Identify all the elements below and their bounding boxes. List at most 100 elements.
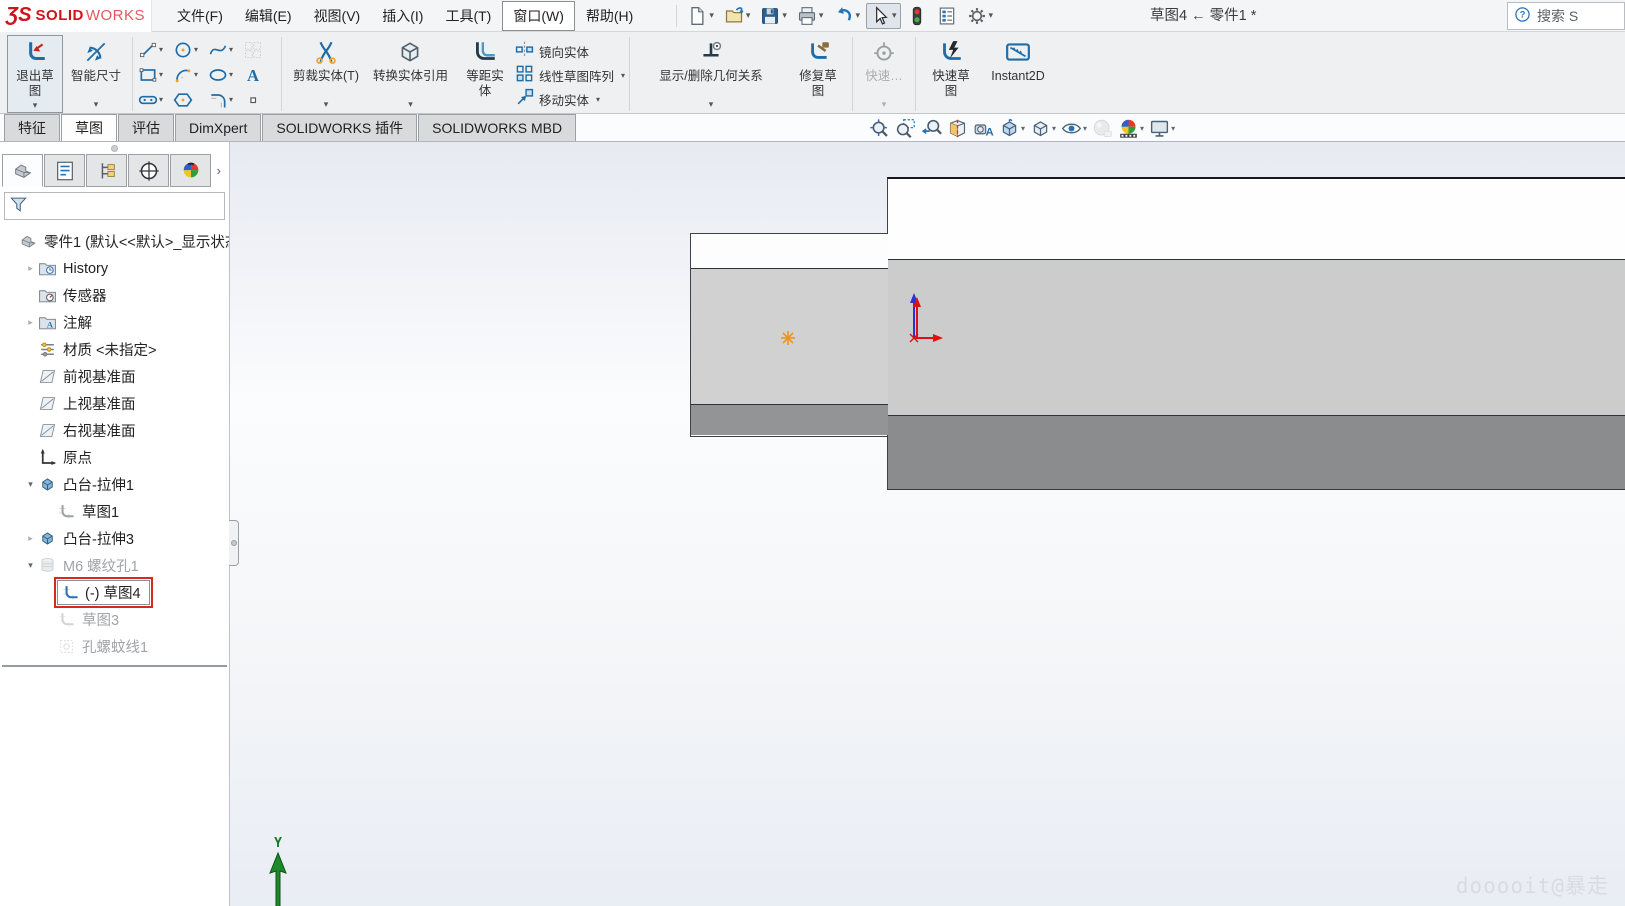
options-gear-button[interactable]: ▾ [963, 3, 998, 29]
new-file-button[interactable]: ▾ [683, 3, 718, 29]
slot-tool-icon[interactable]: ▾ [137, 89, 172, 111]
tab-特征[interactable]: 特征 [4, 114, 60, 141]
rebuild-traffic-light-button[interactable] [903, 3, 931, 29]
ellipse-tool-icon[interactable]: ▾ [207, 64, 242, 86]
tree-expand-arrow[interactable]: ▸ [23, 317, 38, 328]
menu-item-2[interactable]: 视图(V) [303, 1, 372, 31]
menu-item-0[interactable]: 文件(F) [166, 1, 234, 31]
tree-item-10[interactable]: 草图1 [0, 498, 229, 525]
trim-entities-button[interactable]: 剪裁实体(T) ▾ [287, 35, 365, 113]
active-sketch-selection-box[interactable]: (-) 草图4 [54, 577, 153, 608]
tree-item-4[interactable]: 材质 <未指定> [0, 336, 229, 363]
part-body-large[interactable] [887, 177, 1625, 490]
convert-dropdown[interactable]: ▾ [408, 98, 413, 112]
tree-item-1[interactable]: ▸ History [0, 255, 229, 282]
file-properties-button[interactable] [933, 3, 961, 29]
dynamic-annotation-view-button[interactable]: A [972, 117, 995, 140]
filter-input[interactable] [32, 198, 220, 214]
spline-tool-icon[interactable]: ▾ [207, 39, 242, 61]
select-cursor-button[interactable]: ▾ [865, 2, 901, 29]
fillet-tool-icon[interactable]: ▾ [207, 89, 242, 111]
configurationmanager-tab[interactable] [86, 154, 127, 187]
help-search-box[interactable]: ? 搜索 S [1507, 2, 1625, 30]
view-orientation-button[interactable]: ▾ [998, 117, 1026, 140]
convert-entities-button[interactable]: 转换实体引用 ▾ [367, 35, 454, 113]
smart-dimension-dropdown[interactable]: ▾ [94, 98, 99, 112]
hide-show-items-button[interactable]: ▾ [1060, 117, 1088, 140]
print-button[interactable]: ▾ [793, 3, 828, 29]
tree-expand-arrow[interactable]: ▸ [23, 263, 38, 274]
view-settings-button[interactable]: ▾ [1148, 117, 1176, 140]
featuremanager-tab[interactable] [2, 154, 43, 187]
menu-item-3[interactable]: 插入(I) [371, 1, 434, 31]
tree-item-12[interactable]: ▾ M6 螺纹孔1 [0, 552, 229, 579]
tree-item-3[interactable]: ▸ A 注解 [0, 309, 229, 336]
tree-item-11[interactable]: ▸ 凸台-拉伸3 [0, 525, 229, 552]
zoom-area-button[interactable] [894, 117, 917, 140]
tab-DimXpert[interactable]: DimXpert [175, 114, 262, 141]
tab-SOLIDWORKS 插件[interactable]: SOLIDWORKS 插件 [262, 114, 418, 141]
splitter-dot [230, 540, 237, 546]
offset-entities-button[interactable]: 等距实体 [456, 35, 514, 113]
trim-dropdown[interactable]: ▾ [324, 98, 329, 112]
rollback-bar[interactable] [2, 665, 227, 667]
move-dropdown[interactable]: ▾ [596, 95, 600, 104]
point-tool-icon[interactable] [242, 89, 277, 111]
tab-评估[interactable]: 评估 [118, 114, 174, 141]
circle-tool-icon[interactable]: ▾ [172, 39, 207, 61]
panel-splitter-handle[interactable] [229, 520, 239, 566]
exit-sketch-dropdown[interactable]: ▾ [33, 99, 38, 113]
menu-item-5[interactable]: 窗口(W) [502, 0, 575, 31]
undo-button[interactable]: ▾ [829, 3, 864, 29]
section-view-button[interactable] [946, 117, 969, 140]
linear-pattern-button[interactable]: 线性草图阵列 ▾ [515, 63, 625, 87]
display-delete-relations-button[interactable]: 显示/删除几何关系 ▾ [635, 35, 787, 113]
menu-item-4[interactable]: 工具(T) [434, 1, 502, 31]
previous-view-button[interactable] [920, 117, 943, 140]
tree-item-14[interactable]: 草图3 [0, 606, 229, 633]
text-tool-icon[interactable]: A [242, 64, 277, 86]
open-file-button[interactable]: ▾ [720, 3, 755, 29]
sketch-point-marker[interactable] [780, 330, 796, 346]
tree-item-5[interactable]: 前视基准面 [0, 363, 229, 390]
menu-item-6[interactable]: 帮助(H) [575, 1, 644, 31]
tree-item-label: 上视基准面 [63, 397, 136, 413]
propertymanager-tab[interactable] [44, 154, 85, 187]
displaymanager-tab[interactable] [170, 154, 211, 187]
tree-expand-arrow[interactable]: ▸ [23, 533, 38, 544]
tree-item-8[interactable]: 原点 [0, 444, 229, 471]
polygon-tool-icon[interactable] [172, 89, 207, 111]
tree-item-15[interactable]: 孔螺蚊线1 [0, 633, 229, 660]
linear-pattern-dropdown[interactable]: ▾ [621, 71, 625, 80]
smart-dimension-button[interactable]: 智能尺寸 ▾ [65, 35, 127, 113]
panel-collapse-dot[interactable] [111, 145, 118, 152]
tree-item-9[interactable]: ▾ 凸台-拉伸1 [0, 471, 229, 498]
display-style-button[interactable]: ▾ [1029, 117, 1057, 140]
menu-item-1[interactable]: 编辑(E) [234, 1, 303, 31]
exit-sketch-button[interactable]: 退出草图 ▾ [7, 35, 63, 113]
apply-scene-button[interactable]: ▾ [1117, 117, 1145, 140]
tree-item-13[interactable]: (-) 草图4 [0, 577, 229, 608]
manager-tabs-overflow[interactable]: › [217, 163, 221, 178]
tree-item-7[interactable]: 右视基准面 [0, 417, 229, 444]
tab-草图[interactable]: 草图 [61, 114, 117, 141]
rectangle-tool-icon[interactable]: ▾ [137, 64, 172, 86]
save-button[interactable]: ▾ [756, 3, 791, 29]
mirror-entities-button[interactable]: 镜向实体 [515, 39, 625, 63]
tree-item-2[interactable]: 传感器 [0, 282, 229, 309]
tab-SOLIDWORKS MBD[interactable]: SOLIDWORKS MBD [418, 114, 577, 141]
line-tool-icon[interactable]: ▾ [137, 39, 172, 61]
graphics-viewport[interactable]: Y dooooit@暴走 [230, 142, 1625, 906]
tree-item-6[interactable]: 上视基准面 [0, 390, 229, 417]
relations-dropdown[interactable]: ▾ [709, 98, 714, 112]
instant2d-button[interactable]: Instant2D [983, 35, 1053, 113]
tree-expand-arrow[interactable]: ▾ [23, 560, 38, 571]
rapid-sketch-button[interactable]: 快速草图 [921, 35, 981, 113]
tree-item-0[interactable]: 零件1 (默认<<默认>_显示状态 [0, 228, 229, 255]
repair-sketch-button[interactable]: 修复草图 [789, 35, 847, 113]
move-entities-button[interactable]: 移动实体 ▾ [515, 87, 625, 111]
tree-expand-arrow[interactable]: ▾ [23, 479, 38, 490]
zoom-fit-button[interactable] [868, 117, 891, 140]
arc-tool-icon[interactable]: ▾ [172, 64, 207, 86]
dimxpertmanager-tab[interactable] [128, 154, 169, 187]
